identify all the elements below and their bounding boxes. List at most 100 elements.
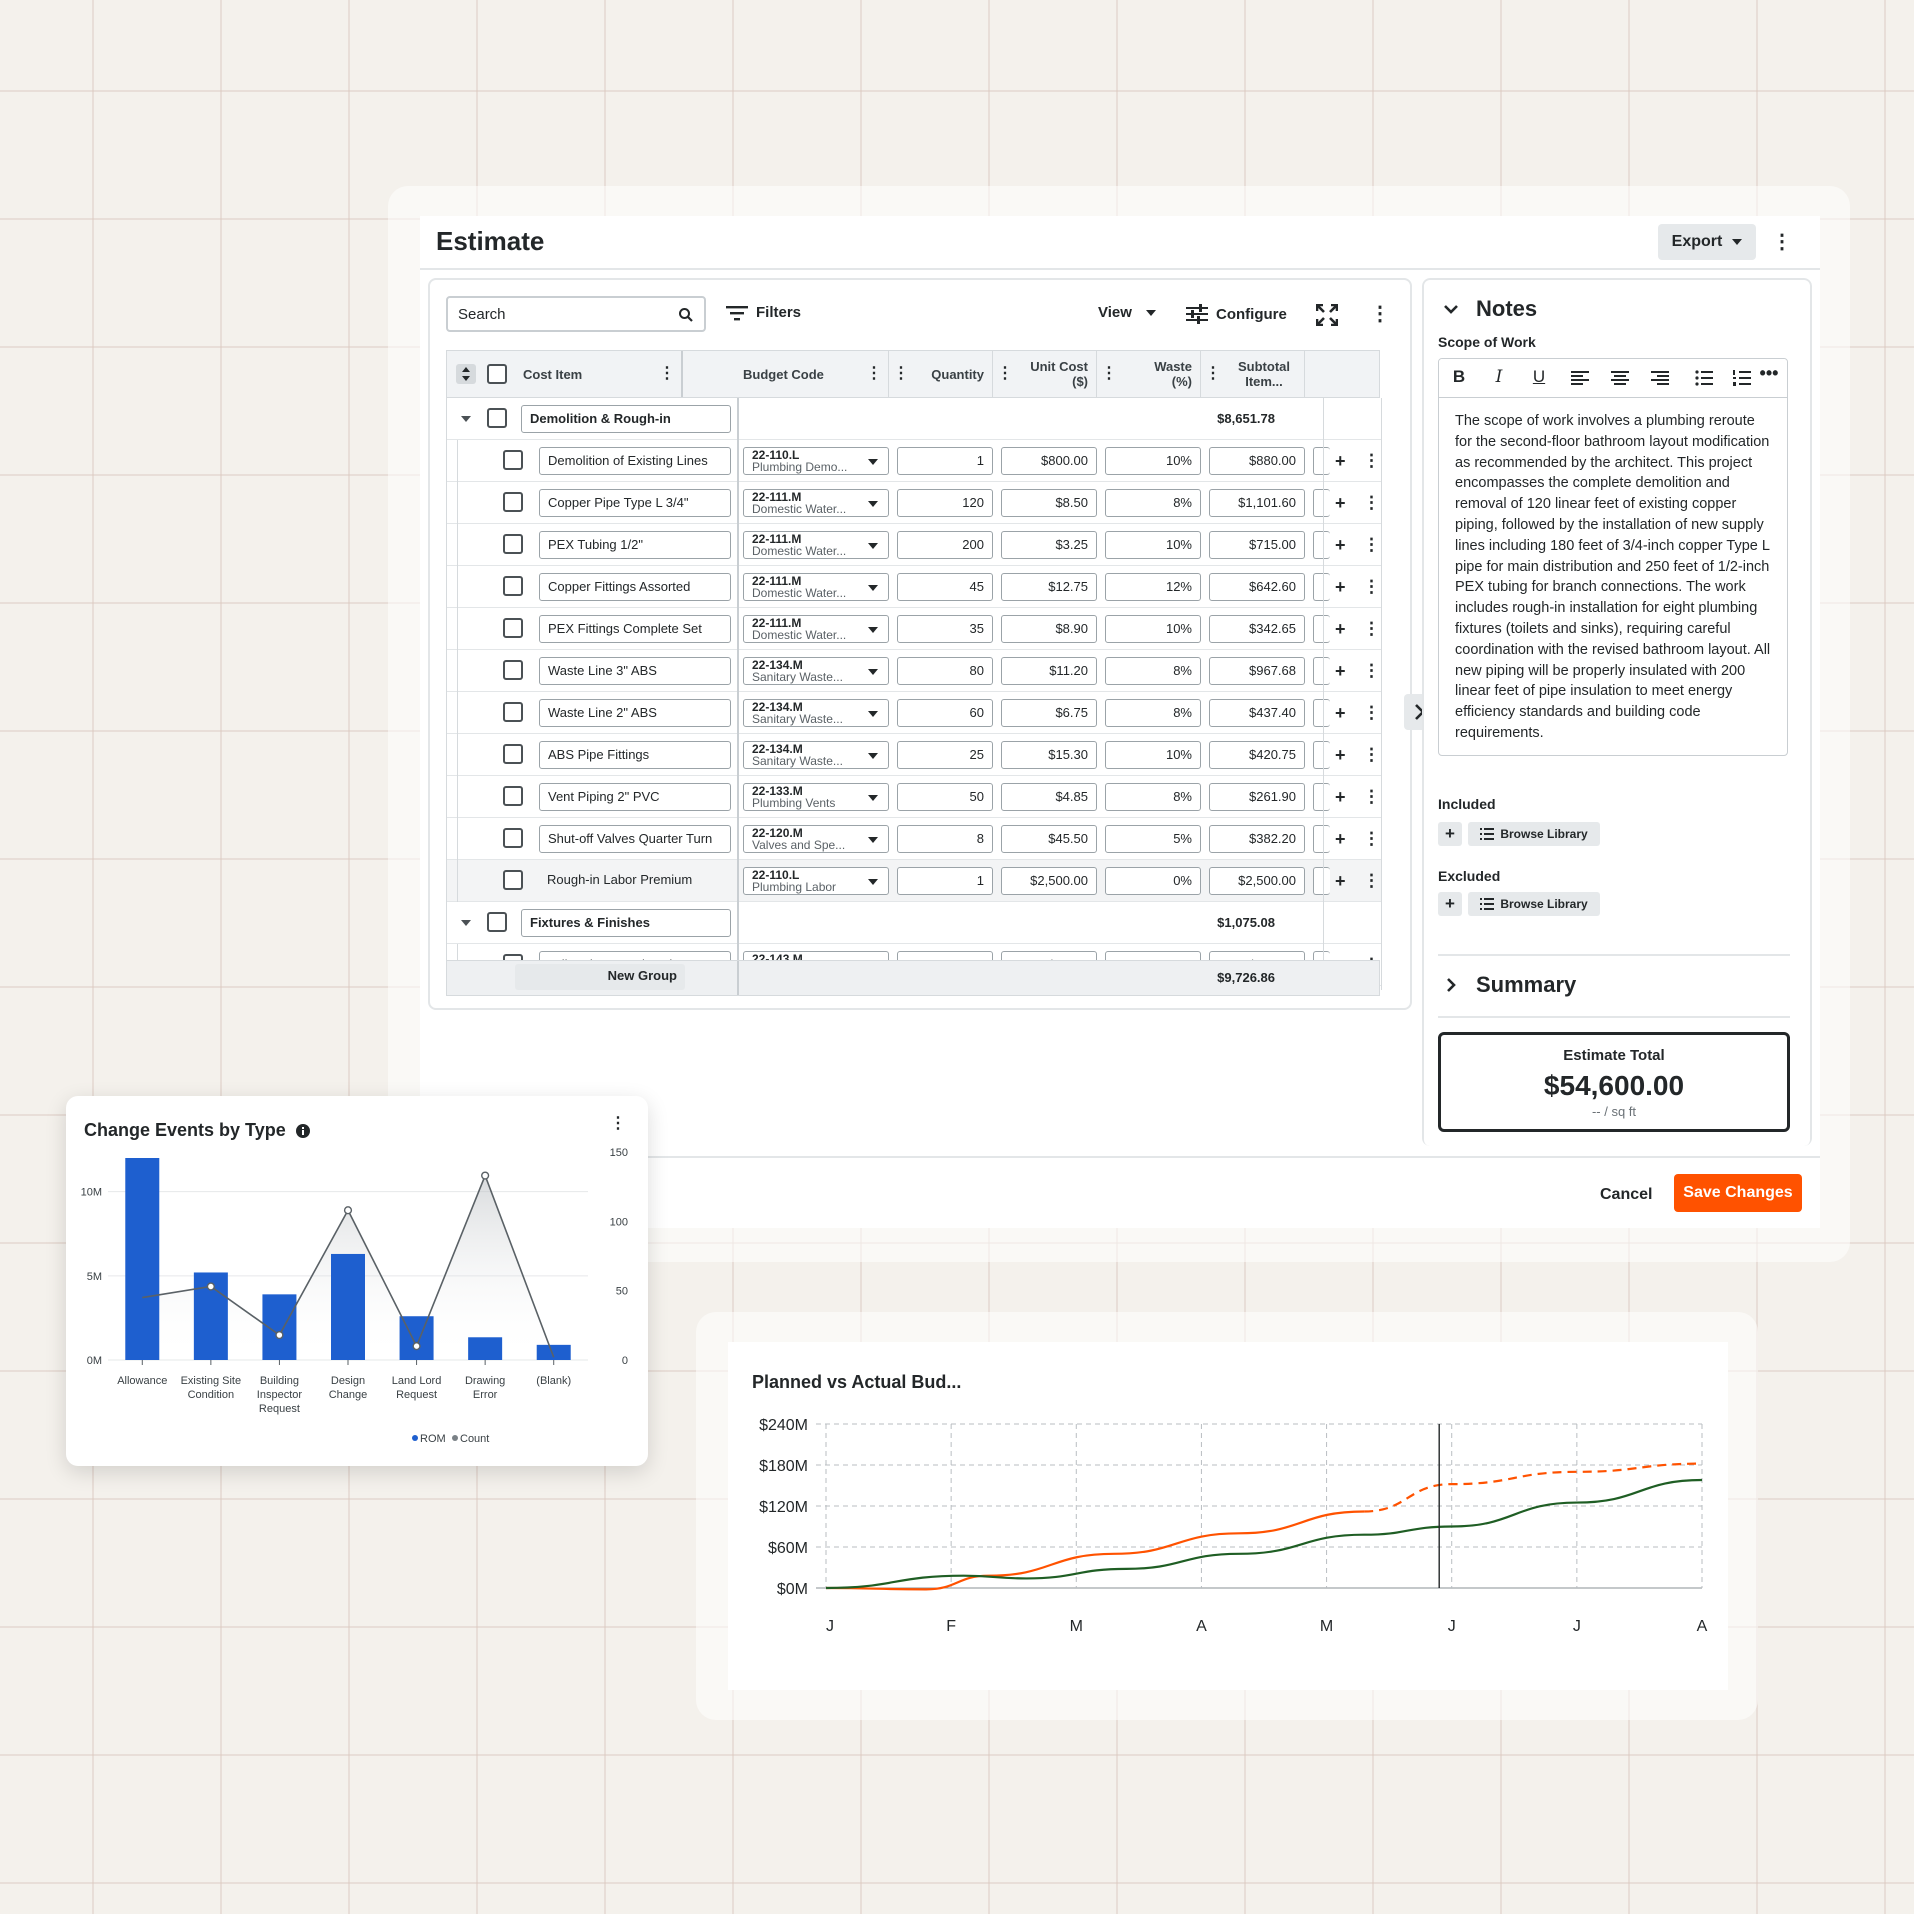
row-more-icon[interactable]: ⋮ xyxy=(1363,776,1380,818)
unit-cost-input[interactable]: $2,500.00 xyxy=(1001,867,1097,895)
unit-cost-input[interactable]: $4.85 xyxy=(1001,783,1097,811)
table-row[interactable]: Rough-in Labor Premium 22-110.L Plumbing L… xyxy=(447,860,1381,902)
table-row[interactable]: Copper Fittings Assorted 22-111.M Domestic… xyxy=(447,566,1381,608)
row-more-icon[interactable]: ⋮ xyxy=(1363,440,1380,482)
add-row-icon[interactable]: + xyxy=(1335,608,1346,650)
budget-code-select[interactable]: 22-111.M Domestic Water... xyxy=(743,573,889,601)
cost-item-input[interactable]: Vent Piping 2" PVC xyxy=(539,783,731,811)
align-left-icon[interactable] xyxy=(1571,371,1589,385)
row-checkbox[interactable] xyxy=(503,450,523,470)
group-row[interactable]: Fixtures & Finishes $1,075.08 xyxy=(447,902,1381,944)
row-checkbox[interactable] xyxy=(503,576,523,596)
unit-cost-input[interactable]: $8.90 xyxy=(1001,615,1097,643)
budget-code-select[interactable]: 22-120.M Valves and Spe... xyxy=(743,825,889,853)
row-more-icon[interactable]: ⋮ xyxy=(1363,692,1380,734)
quantity-input[interactable]: 25 xyxy=(897,741,993,769)
column-menu-icon[interactable]: ⋮ xyxy=(657,364,677,384)
chevron-right-icon[interactable] xyxy=(1444,976,1458,994)
quantity-input[interactable]: 45 xyxy=(897,573,993,601)
row-more-icon[interactable]: ⋮ xyxy=(1363,650,1380,692)
quantity-input[interactable]: 1 xyxy=(897,867,993,895)
cost-item-input[interactable]: Shut-off Valves Quarter Turn xyxy=(539,825,731,853)
italic-icon[interactable]: I xyxy=(1487,367,1511,387)
budget-code-select[interactable]: 22-111.M Domestic Water... xyxy=(743,531,889,559)
chevron-down-icon[interactable] xyxy=(461,920,471,926)
column-menu-icon[interactable]: ⋮ xyxy=(864,364,884,384)
group-row[interactable]: Demolition & Rough-in $8,651.78 xyxy=(447,398,1381,440)
table-row[interactable]: Waste Line 3" ABS 22-134.M Sanitary Waste.… xyxy=(447,650,1381,692)
scope-editor[interactable]: B I U ••• The scope of work involves a p… xyxy=(1438,358,1788,756)
summary-title[interactable]: Summary xyxy=(1476,972,1576,998)
row-more-icon[interactable]: ⋮ xyxy=(1363,860,1380,902)
numbered-list-icon[interactable] xyxy=(1733,370,1751,386)
budget-code-select[interactable]: 22-110.L Plumbing Labor xyxy=(743,867,889,895)
table-row[interactable]: PEX Tubing 1/2" 22-111.M Domestic Water...… xyxy=(447,524,1381,566)
more-formatting-icon[interactable]: ••• xyxy=(1757,363,1781,384)
unit-cost-input[interactable]: $6.75 xyxy=(1001,699,1097,727)
unit-cost-input[interactable]: $12.75 xyxy=(1001,573,1097,601)
align-center-icon[interactable] xyxy=(1611,371,1629,385)
cost-item-input[interactable]: Demolition of Existing Lines xyxy=(539,447,731,475)
quantity-input[interactable]: 120 xyxy=(897,489,993,517)
unit-cost-input[interactable]: $8.50 xyxy=(1001,489,1097,517)
cost-item-input[interactable]: ABS Pipe Fittings xyxy=(539,741,731,769)
row-checkbox[interactable] xyxy=(503,492,523,512)
group-name-input[interactable]: Demolition & Rough-in xyxy=(521,405,731,433)
align-right-icon[interactable] xyxy=(1651,371,1669,385)
add-excluded-button[interactable]: + xyxy=(1438,892,1462,916)
row-more-icon[interactable]: ⋮ xyxy=(1363,482,1380,524)
waste-input[interactable]: 10% xyxy=(1105,531,1201,559)
row-checkbox[interactable] xyxy=(503,660,523,680)
row-more-icon[interactable]: ⋮ xyxy=(1363,524,1380,566)
cost-item-input[interactable]: PEX Fittings Complete Set xyxy=(539,615,731,643)
add-row-icon[interactable]: + xyxy=(1335,524,1346,566)
quantity-input[interactable]: 1 xyxy=(897,447,993,475)
unit-cost-input[interactable]: $3.25 xyxy=(1001,531,1097,559)
budget-code-select[interactable]: 22-134.M Sanitary Waste... xyxy=(743,741,889,769)
view-button[interactable]: View xyxy=(1098,304,1156,321)
filters-button[interactable]: Filters xyxy=(726,304,801,321)
table-row[interactable]: Waste Line 2" ABS 22-134.M Sanitary Waste.… xyxy=(447,692,1381,734)
column-menu-icon[interactable]: ⋮ xyxy=(1099,364,1119,384)
waste-input[interactable]: 10% xyxy=(1105,447,1201,475)
waste-input[interactable]: 12% xyxy=(1105,573,1201,601)
group-name-input[interactable]: Fixtures & Finishes xyxy=(521,909,731,937)
cost-item-input[interactable]: Copper Fittings Assorted xyxy=(539,573,731,601)
browse-library-included-button[interactable]: Browse Library xyxy=(1468,822,1600,846)
add-row-icon[interactable]: + xyxy=(1335,482,1346,524)
search-input[interactable]: Search xyxy=(446,296,706,332)
row-more-icon[interactable]: ⋮ xyxy=(1363,608,1380,650)
quantity-input[interactable]: 200 xyxy=(897,531,993,559)
budget-code-select[interactable]: 22-134.M Sanitary Waste... xyxy=(743,699,889,727)
table-more-icon[interactable]: ⋮ xyxy=(1370,304,1390,324)
expand-icon[interactable] xyxy=(1316,304,1338,326)
quantity-input[interactable]: 50 xyxy=(897,783,993,811)
add-row-icon[interactable]: + xyxy=(1335,440,1346,482)
underline-icon[interactable]: U xyxy=(1527,367,1551,387)
waste-input[interactable]: 5% xyxy=(1105,825,1201,853)
column-budget-code[interactable]: Budget Code ⋮ xyxy=(737,351,889,397)
browse-library-excluded-button[interactable]: Browse Library xyxy=(1468,892,1600,916)
row-checkbox[interactable] xyxy=(503,870,523,890)
quantity-input[interactable]: 60 xyxy=(897,699,993,727)
waste-input[interactable]: 8% xyxy=(1105,783,1201,811)
select-all-checkbox[interactable] xyxy=(487,364,507,384)
row-checkbox[interactable] xyxy=(503,702,523,722)
row-checkbox[interactable] xyxy=(503,618,523,638)
quantity-input[interactable]: 8 xyxy=(897,825,993,853)
column-unit-cost[interactable]: ⋮ Unit Cost ($) xyxy=(993,351,1097,397)
table-row[interactable]: Vent Piping 2" PVC 22-133.M Plumbing Vents… xyxy=(447,776,1381,818)
column-cost-item[interactable]: Cost Item ⋮ xyxy=(523,351,683,397)
add-row-icon[interactable]: + xyxy=(1335,566,1346,608)
scope-text[interactable]: The scope of work involves a plumbing re… xyxy=(1455,411,1775,744)
bold-icon[interactable]: B xyxy=(1447,367,1471,387)
row-checkbox[interactable] xyxy=(503,534,523,554)
row-checkbox[interactable] xyxy=(503,828,523,848)
waste-input[interactable]: 10% xyxy=(1105,615,1201,643)
add-row-icon[interactable]: + xyxy=(1335,692,1346,734)
table-row[interactable]: PEX Fittings Complete Set 22-111.M Domesti… xyxy=(447,608,1381,650)
waste-input[interactable]: 0% xyxy=(1105,867,1201,895)
column-waste[interactable]: ⋮ Waste (%) xyxy=(1097,351,1201,397)
unit-cost-input[interactable]: $11.20 xyxy=(1001,657,1097,685)
table-row[interactable]: ABS Pipe Fittings 22-134.M Sanitary Waste.… xyxy=(447,734,1381,776)
